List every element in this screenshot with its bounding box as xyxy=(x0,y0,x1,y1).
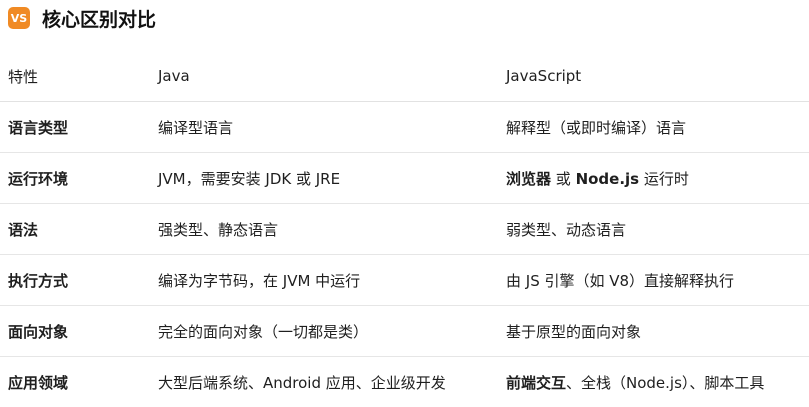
column-header-javascript: JavaScript xyxy=(498,51,809,102)
bold-text: 前端交互 xyxy=(506,374,566,392)
row-feature-cell: 面向对象 xyxy=(0,306,150,357)
table-row: 应用领域 大型后端系统、Android 应用、企业级开发 前端交互、全栈（Nod… xyxy=(0,357,809,407)
row-java-cell: 编译型语言 xyxy=(150,102,498,153)
row-java-cell: 完全的面向对象（一切都是类） xyxy=(150,306,498,357)
section-heading: VS 核心区别对比 xyxy=(8,5,156,31)
bold-text: Node.js xyxy=(576,170,640,188)
column-header-feature: 特性 xyxy=(0,51,150,102)
table-row: 运行环境 JVM，需要安装 JDK 或 JRE 浏览器 或 Node.js 运行… xyxy=(0,153,809,204)
comparison-table: 特性 Java JavaScript 语言类型 编译型语言 解释型（或即时编译）… xyxy=(0,51,809,407)
row-java-cell: 大型后端系统、Android 应用、企业级开发 xyxy=(150,357,498,407)
row-feature-cell: 执行方式 xyxy=(0,255,150,306)
row-javascript-cell: 基于原型的面向对象 xyxy=(498,306,809,357)
row-feature-cell: 语言类型 xyxy=(0,102,150,153)
row-javascript-cell: 浏览器 或 Node.js 运行时 xyxy=(498,153,809,204)
row-javascript-cell: 弱类型、动态语言 xyxy=(498,204,809,255)
row-javascript-cell: 由 JS 引擎（如 V8）直接解释执行 xyxy=(498,255,809,306)
bold-text: 浏览器 xyxy=(506,170,551,188)
row-feature-cell: 应用领域 xyxy=(0,357,150,407)
plain-text: 或 xyxy=(551,170,576,188)
row-java-cell: 编译为字节码，在 JVM 中运行 xyxy=(150,255,498,306)
row-java-cell: 强类型、静态语言 xyxy=(150,204,498,255)
plain-text: 、全栈（Node.js）、脚本工具 xyxy=(566,374,764,392)
row-javascript-cell: 解释型（或即时编译）语言 xyxy=(498,102,809,153)
table-row: 执行方式 编译为字节码，在 JVM 中运行 由 JS 引擎（如 V8）直接解释执… xyxy=(0,255,809,306)
row-java-cell: JVM，需要安装 JDK 或 JRE xyxy=(150,153,498,204)
row-feature-cell: 语法 xyxy=(0,204,150,255)
row-feature-cell: 运行环境 xyxy=(0,153,150,204)
plain-text: 运行时 xyxy=(639,170,689,188)
table-row: 语言类型 编译型语言 解释型（或即时编译）语言 xyxy=(0,102,809,153)
table-header-row: 特性 Java JavaScript xyxy=(0,51,809,102)
section-title: 核心区别对比 xyxy=(42,5,156,32)
vs-icon: VS xyxy=(8,7,30,29)
table-row: 语法 强类型、静态语言 弱类型、动态语言 xyxy=(0,204,809,255)
column-header-java: Java xyxy=(150,51,498,102)
table-row: 面向对象 完全的面向对象（一切都是类） 基于原型的面向对象 xyxy=(0,306,809,357)
row-javascript-cell: 前端交互、全栈（Node.js）、脚本工具 xyxy=(498,357,809,407)
